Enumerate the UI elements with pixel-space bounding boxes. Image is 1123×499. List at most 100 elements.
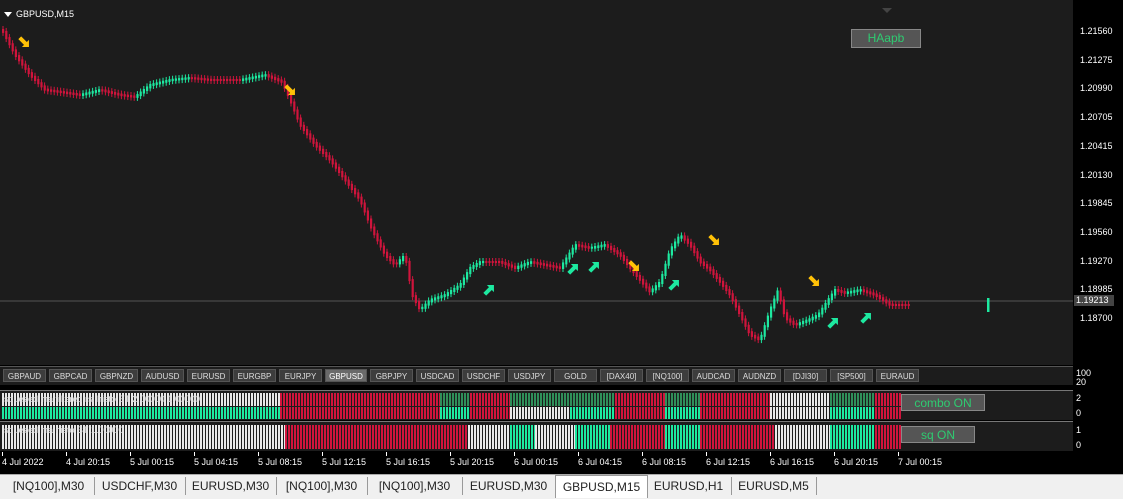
symbol-button-eurgbp[interactable]: EURGBP <box>233 369 276 382</box>
symbol-button-gold[interactable]: GOLD <box>554 369 597 382</box>
sell-arrow-icon <box>808 275 819 286</box>
symbol-button-gbpaud[interactable]: GBPAUD <box>3 369 46 382</box>
candle <box>363 199 366 216</box>
candle-body <box>491 261 494 263</box>
symbol-button-gbpusd[interactable]: GBPUSD <box>325 369 367 382</box>
shift-marker-icon[interactable] <box>882 8 892 13</box>
chart-tab[interactable]: GBPUSD,M15 <box>555 475 648 498</box>
sq-on-button[interactable]: sq ON <box>901 426 975 443</box>
histogram-bar <box>618 407 620 419</box>
chart-tab[interactable]: [NQ100],M30 <box>276 477 368 495</box>
histogram-bar <box>167 425 169 449</box>
histogram-bar <box>506 393 508 406</box>
histogram-bar <box>397 393 399 406</box>
time-axis[interactable]: 4 Jul 2022 4 Jul 20:15 5 Jul 00:15 5 Jul 04… <box>0 452 1073 470</box>
candle <box>203 75 206 84</box>
histogram-bar <box>501 425 503 449</box>
candle <box>171 75 174 85</box>
histogram-bar <box>387 425 389 449</box>
candle-body <box>312 137 315 144</box>
histogram-bar <box>606 407 608 419</box>
histogram-bar <box>254 425 256 449</box>
time-tick-label: 4 Jul 2022 <box>2 457 44 467</box>
candle-body <box>517 265 520 269</box>
candle-body <box>811 316 814 321</box>
symbol-button-euraud[interactable]: EURAUD <box>876 369 919 382</box>
symbol-button-gbpnzd[interactable]: GBPNZD <box>95 369 138 382</box>
candle <box>507 260 510 270</box>
time-tick-label: 5 Jul 20:15 <box>450 457 495 467</box>
symbol-button-usdcad[interactable]: USDCAD <box>416 369 459 382</box>
combo-on-button[interactable]: combo ON <box>901 394 985 411</box>
histogram-bar <box>161 425 163 449</box>
combo-indicator-pane[interactable]: squezed ma filtered rsi histo BT 2.00000… <box>0 390 1073 420</box>
candle <box>37 76 40 88</box>
chart-tab[interactable]: EURUSD,M30 <box>185 477 277 495</box>
candle-body <box>699 256 702 264</box>
histogram-bar <box>890 425 892 449</box>
symbol-button-nq100[interactable]: [NQ100] <box>646 369 689 382</box>
candle-body <box>504 261 507 266</box>
histogram-bar <box>458 393 460 406</box>
symbol-button-audcad[interactable]: AUDCAD <box>692 369 735 382</box>
histogram-bar <box>621 407 623 419</box>
histogram-bar <box>522 425 524 449</box>
histogram-bar <box>203 425 205 449</box>
histogram-bar <box>763 407 765 419</box>
candle-body <box>8 37 11 46</box>
symbol-button-dji30[interactable]: [DJI30] <box>784 369 827 382</box>
chart-tab[interactable]: EURUSD,M30 <box>462 477 556 495</box>
symbol-button-gbpjpy[interactable]: GBPJPY <box>370 369 413 382</box>
sq-indicator-pane[interactable]: squezed ma histo BT 1.00000 sq ON <box>0 421 1073 451</box>
chart-tab[interactable]: USDCHF,M30 <box>94 477 186 495</box>
symbol-button-dax40[interactable]: [DAX40] <box>600 369 643 382</box>
symbol-button-usdchf[interactable]: USDCHF <box>462 369 505 382</box>
symbol-button-eurusd[interactable]: EURUSD <box>187 369 230 382</box>
histogram-bar <box>770 393 772 406</box>
candle <box>610 242 613 253</box>
histogram-bar <box>872 407 874 419</box>
candle-body <box>206 78 209 81</box>
symbol-button-usdjpy[interactable]: USDJPY <box>508 369 551 382</box>
chart-tab[interactable]: EURUSD,H1 <box>646 477 732 495</box>
haapb-indicator-button[interactable]: HAapb <box>851 29 921 48</box>
histogram-bar <box>50 407 52 419</box>
candle-body <box>187 77 190 80</box>
chart-tab[interactable]: [NQ100],M30 <box>367 477 463 495</box>
candle <box>277 75 280 85</box>
symbol-button-audnzd[interactable]: AUDNZD <box>738 369 781 382</box>
histogram-bar <box>836 393 838 406</box>
candle <box>238 76 241 84</box>
candle-body <box>421 306 424 310</box>
candle-body <box>712 269 715 276</box>
histogram-bar <box>491 393 493 406</box>
candle <box>302 121 305 135</box>
time-tick <box>514 452 515 456</box>
histogram-bar <box>495 425 497 449</box>
histogram-bar <box>776 407 778 419</box>
chart-tab[interactable]: [NQ100],M30 <box>3 477 95 495</box>
symbol-button-eurjpy[interactable]: EURJPY <box>279 369 322 382</box>
candle <box>402 253 405 265</box>
candle <box>853 287 856 296</box>
symbol-button-sp500[interactable]: [SP500] <box>830 369 873 382</box>
histogram-bar <box>567 407 569 419</box>
chart-menu-icon[interactable] <box>4 11 12 17</box>
histogram-bar <box>709 425 711 449</box>
symbol-button-audusd[interactable]: AUDUSD <box>141 369 184 382</box>
histogram-bar <box>576 393 578 406</box>
histogram-bar <box>513 393 515 406</box>
symbol-button-gbpcad[interactable]: GBPCAD <box>49 369 92 382</box>
histogram-bar <box>158 407 160 419</box>
histogram-bar <box>851 393 853 406</box>
histogram-bar <box>597 393 599 406</box>
candle-body <box>798 322 801 326</box>
histogram-bar <box>845 393 847 406</box>
price-chart[interactable]: GBPUSD,M15 HAapb <box>0 0 1073 365</box>
histogram-bar <box>782 407 784 419</box>
histogram-bar <box>742 393 744 406</box>
price-axis[interactable]: 1.21560 1.21275 1.20990 1.20705 1.20415 1.201… <box>1073 0 1123 470</box>
histogram-bar <box>456 425 458 449</box>
chart-tab[interactable]: EURUSD,M5 <box>731 477 817 495</box>
histogram-bar <box>683 425 685 449</box>
